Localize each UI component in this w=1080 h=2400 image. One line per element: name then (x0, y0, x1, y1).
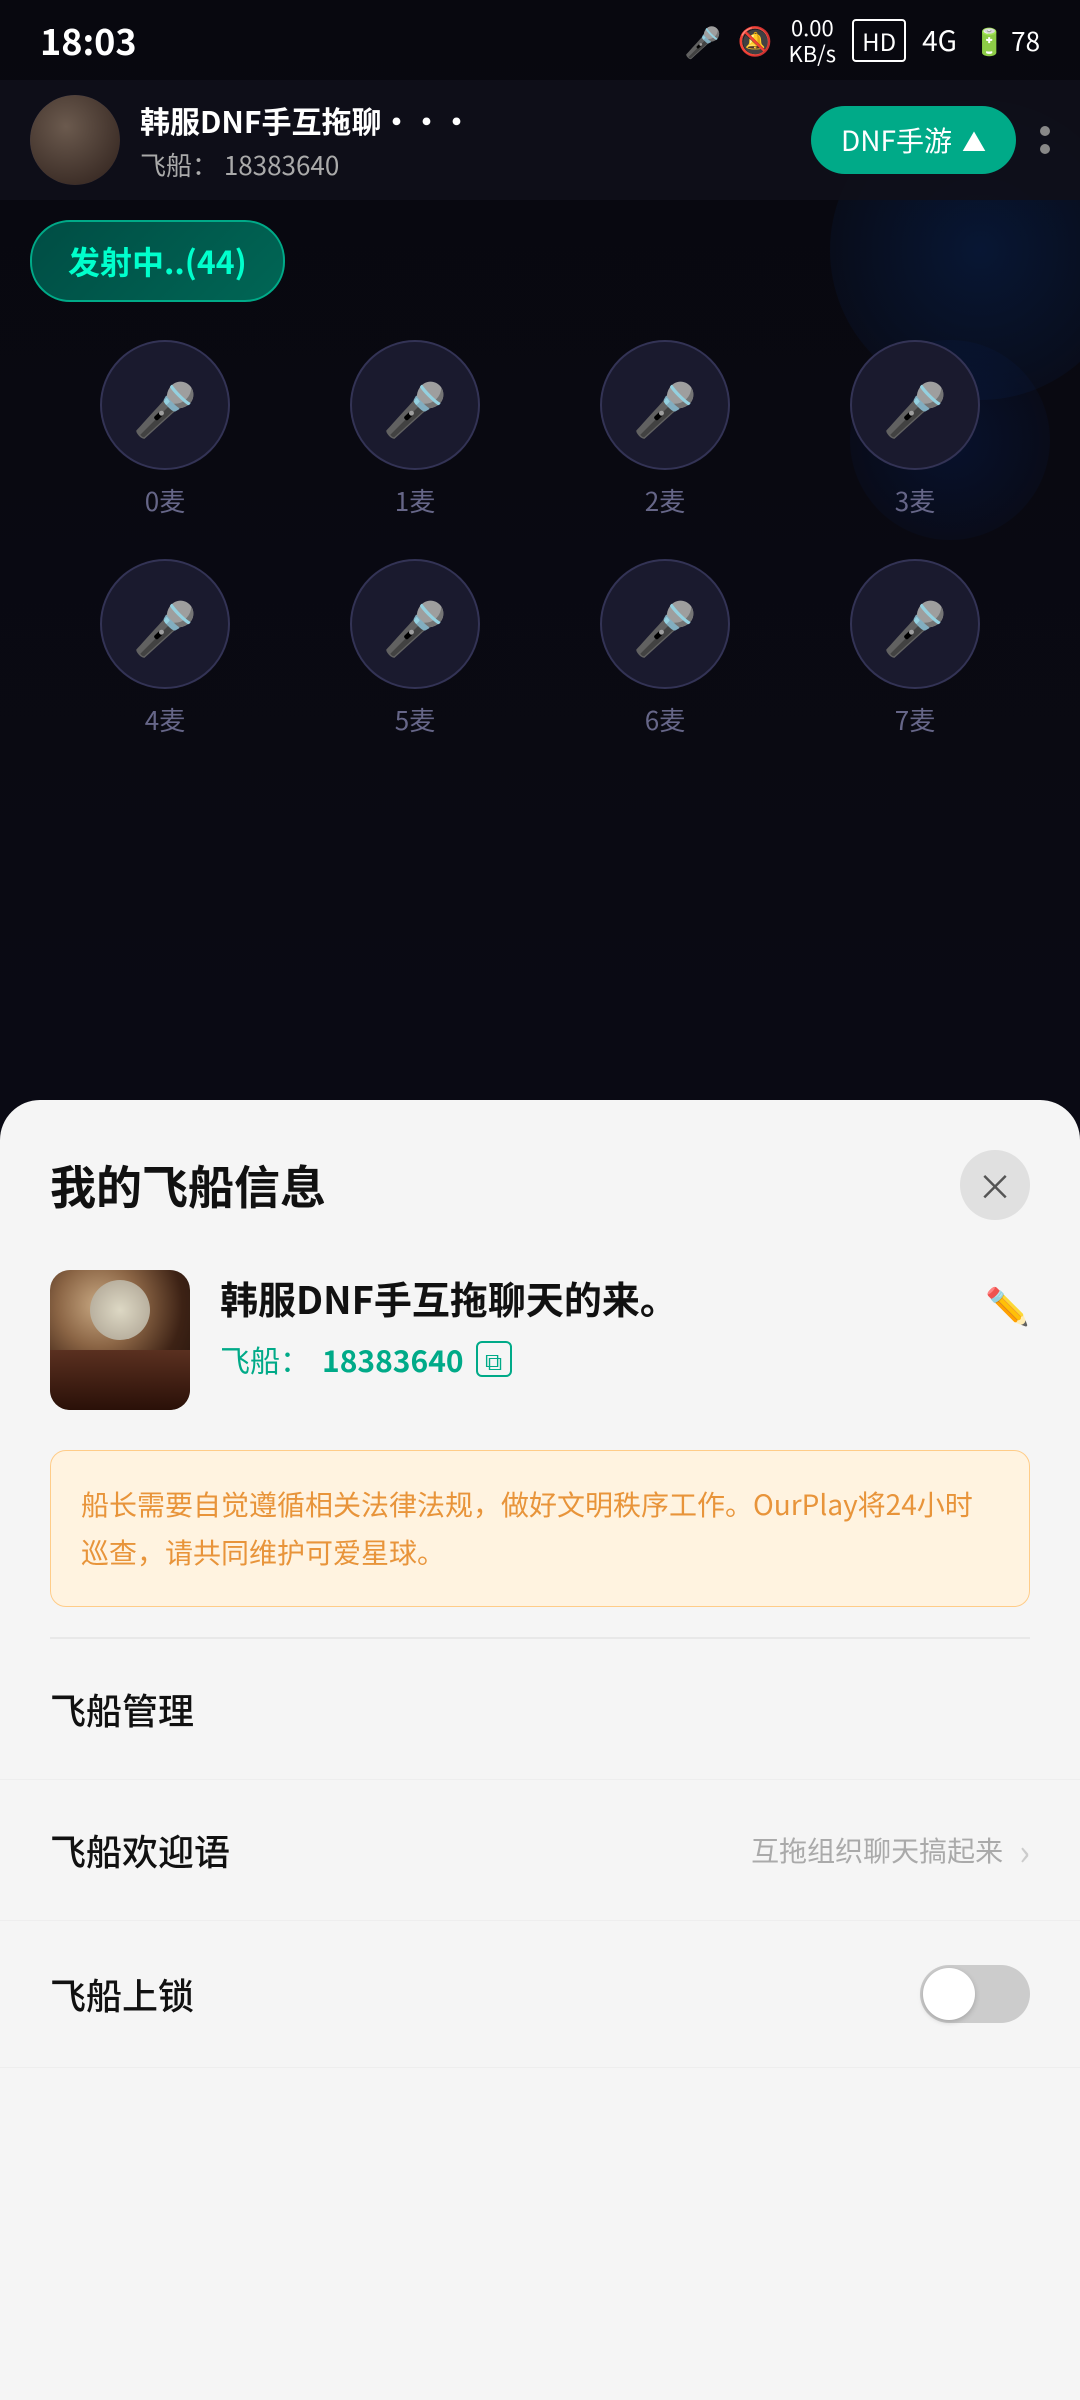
menu-item-welcome-right: 互拖组织聊天搞起来 › (751, 1824, 1030, 1876)
status-icons: 🎤 🔕 0.00KB/s HD 4G 🔋 78 (684, 14, 1040, 67)
game-button[interactable]: DNF手游 ▲ (811, 106, 1016, 174)
mic-slot-2[interactable]: 🎤 2麦 (585, 340, 745, 519)
hd-badge: HD (852, 19, 906, 62)
status-bar: 18:03 🎤 🔕 0.00KB/s HD 4G 🔋 78 (0, 0, 1080, 80)
mic-label-2: 2麦 (645, 482, 685, 519)
mic-circle-6[interactable]: 🎤 (600, 559, 730, 689)
mic-slot-4[interactable]: 🎤 4麦 (85, 559, 245, 738)
ship-info-sheet: 我的飞船信息 × 韩服DNF手互拖聊天的来。 ✏️ 飞船： 18383640 ⧉ (0, 1100, 1080, 2400)
mic-label-0: 0麦 (145, 482, 185, 519)
mic-label-6: 6麦 (645, 701, 685, 738)
menu-item-management[interactable]: 飞船管理 (0, 1639, 1080, 1780)
header-avatar[interactable] (30, 95, 120, 185)
menu-item-management-left: 飞船管理 (50, 1683, 194, 1735)
broadcasting-badge: 发射中..(44) (30, 220, 285, 302)
menu-management-label: 飞船管理 (50, 1683, 194, 1735)
mic-status-icon: 🎤 (684, 18, 721, 62)
mic-slot-5[interactable]: 🎤 5麦 (335, 559, 495, 738)
sheet-header: 我的飞船信息 × (0, 1100, 1080, 1250)
mic-icon-2: 🎤 (633, 368, 698, 443)
mic-row-2: 🎤 4麦 🎤 5麦 🎤 6麦 🎤 7麦 (40, 559, 1040, 738)
header-avatar-image (30, 95, 120, 185)
profile-id-label: 飞船： (220, 1337, 310, 1381)
mic-circle-2[interactable]: 🎤 (600, 340, 730, 470)
mic-icon-1: 🎤 (383, 368, 448, 443)
mic-icon-6: 🎤 (633, 587, 698, 662)
mic-label-7: 7麦 (895, 701, 935, 738)
mic-circle-3[interactable]: 🎤 (850, 340, 980, 470)
notice-text: 船长需要自觉遵循相关法律法规，做好文明秩序工作。OurPlay将24小时巡查，请… (81, 1481, 999, 1576)
mic-label-1: 1麦 (395, 482, 435, 519)
more-dot-2 (1040, 144, 1050, 154)
toggle-knob (923, 1968, 975, 2020)
lock-toggle[interactable] (920, 1965, 1030, 2023)
more-dot-1 (1040, 126, 1050, 136)
network-type: 4G (922, 20, 957, 60)
top-header: 韩服DNF手互拖聊··· 飞船： 18383640 DNF手游 ▲ (0, 80, 1080, 200)
sheet-title: 我的飞船信息 (50, 1152, 326, 1218)
mic-slot-7[interactable]: 🎤 7麦 (835, 559, 995, 738)
mic-circle-1[interactable]: 🎤 (350, 340, 480, 470)
mic-label-5: 5麦 (395, 701, 435, 738)
profile-name: 韩服DNF手互拖聊天的来。 (220, 1270, 678, 1325)
battery-icon: 🔋 78 (973, 22, 1040, 59)
menu-item-lock-left: 飞船上锁 (50, 1968, 194, 2020)
menu-item-welcome-left: 飞船欢迎语 (50, 1824, 230, 1876)
menu-welcome-label: 飞船欢迎语 (50, 1824, 230, 1876)
mic-icon-3: 🎤 (883, 368, 948, 443)
mic-circle-0[interactable]: 🎤 (100, 340, 230, 470)
broadcasting-text: 发射中..(44) (68, 238, 247, 284)
mute-icon: 🔕 (738, 20, 773, 60)
header-room-name: 韩服DNF手互拖聊··· (140, 98, 811, 142)
copy-id-button[interactable]: ⧉ (476, 1341, 512, 1377)
mic-slot-3[interactable]: 🎤 3麦 (835, 340, 995, 519)
network-speed: 0.00KB/s (789, 14, 837, 67)
notice-box: 船长需要自觉遵循相关法律法规，做好文明秩序工作。OurPlay将24小时巡查，请… (50, 1450, 1030, 1607)
game-button-label: DNF手游 (841, 120, 952, 160)
chevron-right-icon: › (1019, 1824, 1030, 1876)
profile-id-row: 飞船： 18383640 ⧉ (220, 1337, 1030, 1381)
menu-welcome-value: 互拖组织聊天搞起来 (751, 1830, 1003, 1870)
mic-circle-7[interactable]: 🎤 (850, 559, 980, 689)
mic-slot-1[interactable]: 🎤 1麦 (335, 340, 495, 519)
mic-icon-7: 🎤 (883, 587, 948, 662)
profile-id-value: 18383640 (322, 1337, 464, 1381)
mic-label-4: 4麦 (145, 701, 185, 738)
more-button[interactable] (1040, 126, 1050, 154)
menu-item-lock-right (920, 1965, 1030, 2023)
game-button-arrow: ▲ (962, 123, 986, 158)
mic-label-3: 3麦 (895, 482, 935, 519)
status-time: 18:03 (40, 14, 137, 66)
mic-icon-5: 🎤 (383, 587, 448, 662)
mic-icon-0: 🎤 (133, 368, 198, 443)
menu-item-welcome[interactable]: 飞船欢迎语 互拖组织聊天搞起来 › (0, 1780, 1080, 1921)
mic-grid: 🎤 0麦 🎤 1麦 🎤 2麦 🎤 3麦 🎤 (0, 320, 1080, 798)
mic-circle-5[interactable]: 🎤 (350, 559, 480, 689)
header-room-id: 飞船： 18383640 (140, 146, 811, 183)
copy-icon: ⧉ (485, 1342, 502, 1377)
profile-avatar[interactable] (50, 1270, 190, 1410)
profile-section: 韩服DNF手互拖聊天的来。 ✏️ 飞船： 18383640 ⧉ (0, 1250, 1080, 1440)
menu-item-lock[interactable]: 飞船上锁 (0, 1921, 1080, 2068)
mic-slot-0[interactable]: 🎤 0麦 (85, 340, 245, 519)
sheet-close-button[interactable]: × (960, 1150, 1030, 1220)
mic-row-1: 🎤 0麦 🎤 1麦 🎤 2麦 🎤 3麦 (40, 340, 1040, 519)
mic-circle-4[interactable]: 🎤 (100, 559, 230, 689)
profile-avatar-image (50, 1270, 190, 1410)
mic-icon-4: 🎤 (133, 587, 198, 662)
menu-lock-label: 飞船上锁 (50, 1968, 194, 2020)
profile-info: 韩服DNF手互拖聊天的来。 ✏️ 飞船： 18383640 ⧉ (220, 1270, 1030, 1381)
edit-icon[interactable]: ✏️ (985, 1278, 1030, 1330)
header-info: 韩服DNF手互拖聊··· 飞船： 18383640 (140, 98, 811, 183)
mic-slot-6[interactable]: 🎤 6麦 (585, 559, 745, 738)
